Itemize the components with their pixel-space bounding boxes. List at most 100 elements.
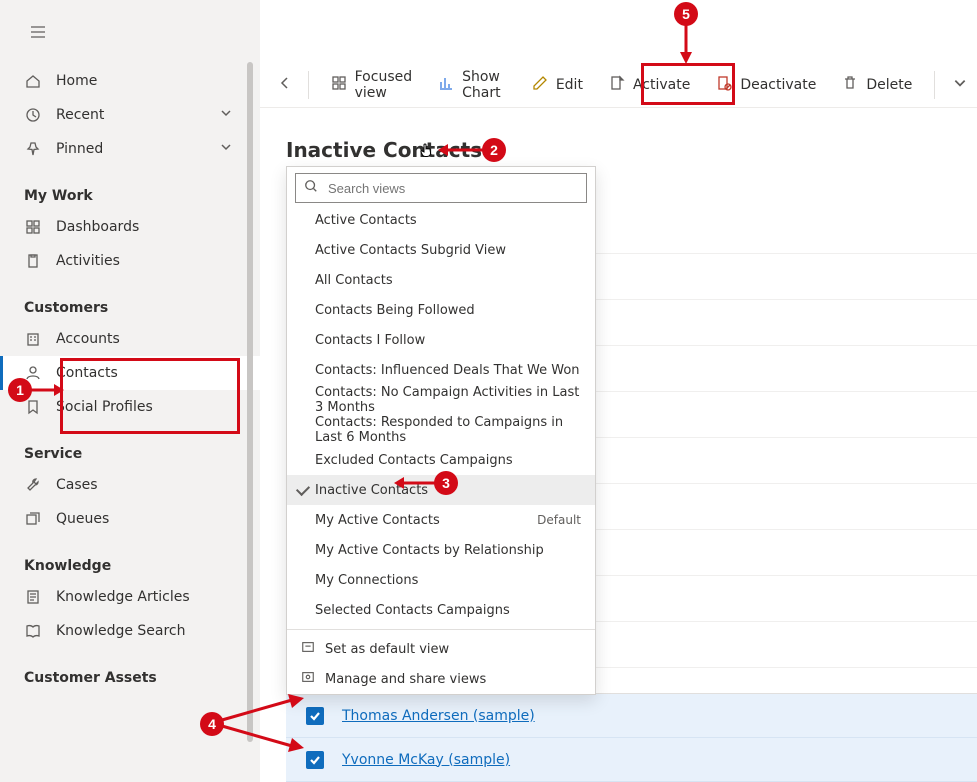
sidebar-heading-mywork: My Work xyxy=(0,184,260,210)
view-option-label: Inactive Contacts xyxy=(315,483,428,498)
sidebar-item-recent[interactable]: Recent xyxy=(0,98,260,132)
sidebar-item-activities[interactable]: Activities xyxy=(0,244,260,278)
pencil-icon xyxy=(532,75,548,95)
record-row[interactable]: Thomas Andersen (sample) xyxy=(286,694,977,738)
arrow-left-icon xyxy=(277,75,293,95)
sidebar-item-label: Contacts xyxy=(56,365,118,381)
sidebar-heading-service: Service xyxy=(0,442,260,468)
sidebar-item-pinned[interactable]: Pinned xyxy=(0,132,260,166)
view-option-label: My Connections xyxy=(315,573,418,588)
hamburger-button[interactable] xyxy=(16,10,60,54)
view-option[interactable]: Contacts I Follow xyxy=(287,325,595,355)
activate-icon xyxy=(609,75,625,95)
annotation-badge-3: 3 xyxy=(434,471,458,495)
sidebar-item-queues[interactable]: Queues xyxy=(0,502,260,536)
view-option-label: Contacts: No Campaign Activities in Last… xyxy=(315,385,581,415)
sidebar-item-label: Queues xyxy=(56,511,109,527)
search-views-input[interactable] xyxy=(295,173,587,203)
wrench-icon xyxy=(24,476,42,494)
star-icon xyxy=(301,640,315,658)
sidebar-item-label: Home xyxy=(56,73,97,89)
record-link[interactable]: Yvonne McKay (sample) xyxy=(342,752,510,768)
view-dropdown: Active Contacts Active Contacts Subgrid V… xyxy=(286,166,596,695)
sidebar-item-label: Activities xyxy=(56,253,120,269)
home-icon xyxy=(24,72,42,90)
pin-icon xyxy=(24,140,42,158)
button-label: Show Chart xyxy=(462,69,506,101)
trash-icon xyxy=(842,75,858,95)
view-option[interactable]: Selected Contacts Campaigns xyxy=(287,595,595,625)
button-label: Deactivate xyxy=(740,77,816,93)
view-selector[interactable]: Inactive Contacts xyxy=(260,132,977,168)
manage-views-action[interactable]: Manage and share views xyxy=(287,664,595,694)
view-option[interactable]: My Active Contacts by Relationship xyxy=(287,535,595,565)
view-option[interactable]: Contacts Being Followed xyxy=(287,295,595,325)
article-icon xyxy=(24,588,42,606)
sidebar-item-home[interactable]: Home xyxy=(0,64,260,98)
activate-button[interactable]: Activate xyxy=(599,69,700,101)
gear-icon xyxy=(301,670,315,688)
sidebar-item-label: Pinned xyxy=(56,141,103,157)
building-icon xyxy=(24,330,42,348)
sidebar-item-label: Accounts xyxy=(56,331,120,347)
delete-button[interactable]: Delete xyxy=(832,69,922,101)
back-button[interactable] xyxy=(274,69,296,101)
annotation-badge-5: 5 xyxy=(674,2,698,26)
sidebar-heading-knowledge: Knowledge xyxy=(0,554,260,580)
search-views-field[interactable] xyxy=(326,180,578,197)
sidebar-item-knowledge-articles[interactable]: Knowledge Articles xyxy=(0,580,260,614)
row-checkbox[interactable] xyxy=(306,707,324,725)
clipboard-icon xyxy=(24,252,42,270)
chart-icon xyxy=(438,75,454,95)
show-chart-button[interactable]: Show Chart xyxy=(428,69,516,101)
view-option-label: Selected Contacts Campaigns xyxy=(315,603,510,618)
sidebar-item-label: Cases xyxy=(56,477,98,493)
view-option[interactable]: Contacts: Influenced Deals That We Won xyxy=(287,355,595,385)
view-option[interactable]: Excluded Contacts Campaigns xyxy=(287,445,595,475)
focused-view-button[interactable]: Focused view xyxy=(321,69,422,101)
record-link[interactable]: Thomas Andersen (sample) xyxy=(342,708,535,724)
view-option[interactable]: My Connections xyxy=(287,565,595,595)
view-option[interactable]: My Active Contacts Default xyxy=(287,505,595,535)
sidebar-item-accounts[interactable]: Accounts xyxy=(0,322,260,356)
view-option-label: My Active Contacts xyxy=(315,513,440,528)
sidebar-item-label: Social Profiles xyxy=(56,399,153,415)
hamburger-icon xyxy=(29,23,47,41)
sidebar-heading-customers: Customers xyxy=(0,296,260,322)
sidebar: Home Recent Pinned My Work Dashboards Ac… xyxy=(0,0,260,782)
focused-view-icon xyxy=(331,75,347,95)
view-option[interactable]: Contacts: No Campaign Activities in Last… xyxy=(287,385,595,415)
edit-button[interactable]: Edit xyxy=(522,69,593,101)
chevron-down-icon xyxy=(953,76,967,94)
queue-icon xyxy=(24,510,42,528)
deactivate-icon xyxy=(716,75,732,95)
default-tag: Default xyxy=(537,513,581,527)
view-title: Inactive Contacts xyxy=(286,138,482,162)
view-option-label: Contacts I Follow xyxy=(315,333,425,348)
sidebar-scrollbar[interactable] xyxy=(247,62,253,742)
sidebar-heading-customer-assets: Customer Assets xyxy=(0,666,260,692)
view-option[interactable]: All Contacts xyxy=(287,265,595,295)
chevron-down-icon xyxy=(220,107,232,123)
sidebar-item-dashboards[interactable]: Dashboards xyxy=(0,210,260,244)
view-option[interactable]: Active Contacts Subgrid View xyxy=(287,235,595,265)
row-checkbox[interactable] xyxy=(306,751,324,769)
view-option-label: Contacts: Influenced Deals That We Won xyxy=(315,363,580,378)
view-option[interactable]: Contacts: Responded to Campaigns in Last… xyxy=(287,415,595,445)
sidebar-item-cases[interactable]: Cases xyxy=(0,468,260,502)
bookmark-icon xyxy=(24,398,42,416)
view-option[interactable]: Active Contacts xyxy=(287,205,595,235)
deactivate-button[interactable]: Deactivate xyxy=(706,69,826,101)
command-bar: Focused view Show Chart Edit Activate De… xyxy=(260,62,977,108)
separator xyxy=(934,71,935,99)
record-row[interactable]: Yvonne McKay (sample) xyxy=(286,738,977,782)
sidebar-item-social-profiles[interactable]: Social Profiles xyxy=(0,390,260,424)
button-label: Activate xyxy=(633,77,690,93)
book-icon xyxy=(24,622,42,640)
annotation-badge-2: 2 xyxy=(482,138,506,162)
sidebar-item-contacts[interactable]: Contacts xyxy=(0,356,260,390)
more-commands-button[interactable] xyxy=(947,69,973,101)
view-option-label: Active Contacts xyxy=(315,213,417,228)
sidebar-item-knowledge-search[interactable]: Knowledge Search xyxy=(0,614,260,648)
set-default-view-action[interactable]: Set as default view xyxy=(287,634,595,664)
